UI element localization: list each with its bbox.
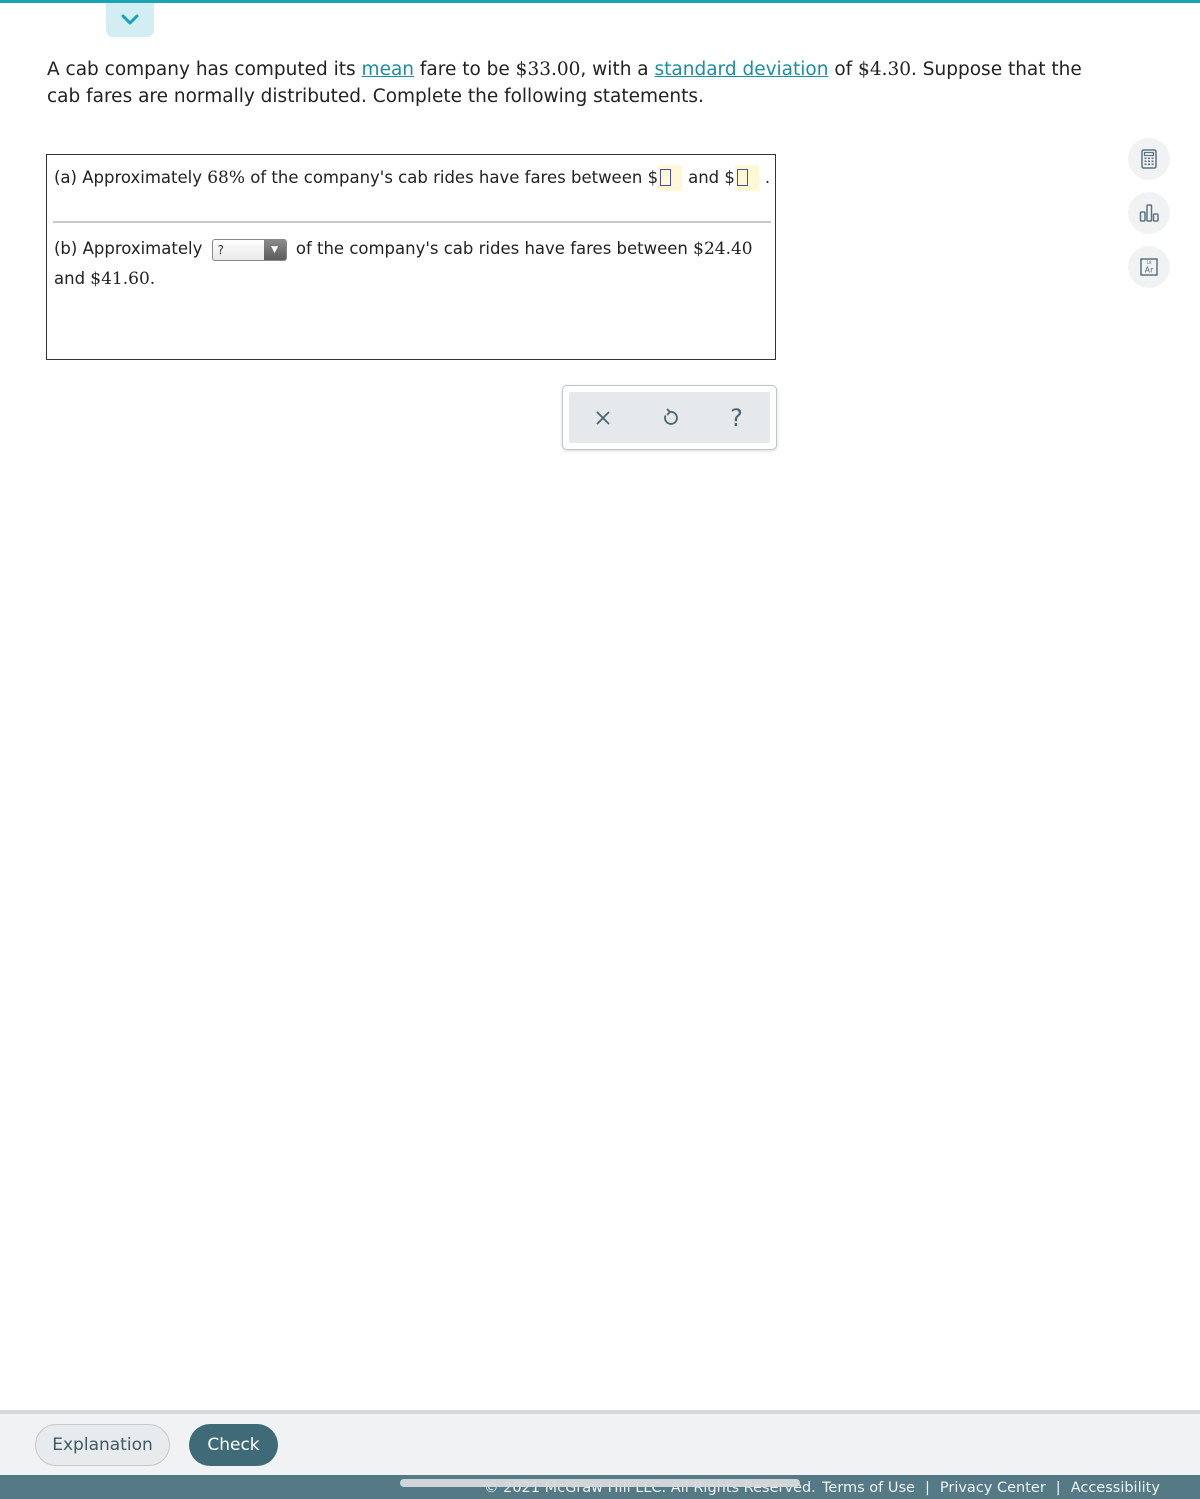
question-a-middle: of the company's cab rides have fares be… xyxy=(245,168,659,187)
help-icon: ? xyxy=(730,403,743,432)
prompt-text: of xyxy=(828,59,859,80)
clear-button[interactable] xyxy=(585,400,621,436)
mean-link[interactable]: mean xyxy=(362,59,414,80)
mean-value: $33.00 xyxy=(515,59,581,80)
footer-links: Terms of Use | Privacy Center | Accessibilit… xyxy=(822,1480,1160,1496)
lower-bound-value: $24.40 xyxy=(693,239,753,259)
chevron-down-icon xyxy=(121,14,139,25)
calculator-button[interactable] xyxy=(1128,138,1170,180)
horizontal-scrollbar[interactable] xyxy=(400,1479,800,1487)
terms-of-use-link[interactable]: Terms of Use xyxy=(822,1480,915,1496)
percent-68: 68% xyxy=(207,168,246,188)
divider xyxy=(53,221,771,223)
svg-text:18: 18 xyxy=(1146,260,1152,265)
question-a: (a) Approximately 68% of the company's c… xyxy=(54,165,770,191)
help-button[interactable]: ? xyxy=(719,400,755,436)
dropdown-value: ? xyxy=(217,242,224,257)
undo-icon xyxy=(663,407,678,425)
question-b-middle: of the company's cab rides have fares be… xyxy=(295,239,694,258)
upper-fare-input[interactable] xyxy=(734,165,759,191)
question-a-prefix: (a) Approximately xyxy=(54,168,208,187)
lower-fare-input[interactable] xyxy=(658,165,683,191)
undo-button[interactable] xyxy=(652,400,688,436)
prompt-text: , with a xyxy=(580,59,655,80)
prompt-text: fare to be xyxy=(414,59,516,80)
privacy-center-link[interactable]: Privacy Center xyxy=(940,1480,1046,1496)
periodic-table-icon: 18 Ar xyxy=(1140,258,1158,276)
collapse-toggle-button[interactable] xyxy=(106,3,154,37)
question-a-period: . xyxy=(764,168,771,187)
question-a-and: and $ xyxy=(688,168,735,187)
top-accent-bar xyxy=(0,0,1200,3)
explanation-button[interactable]: Explanation xyxy=(35,1424,170,1466)
sd-value: $4.30 xyxy=(858,59,912,80)
answer-box: (a) Approximately 68% of the company's c… xyxy=(46,154,776,360)
percent-dropdown[interactable]: ? ▼ xyxy=(211,238,287,261)
close-icon xyxy=(595,410,610,425)
prompt-text: A cab company has computed its xyxy=(47,59,362,80)
action-bar xyxy=(0,1410,1200,1475)
side-tools: 18 Ar xyxy=(1128,138,1170,300)
input-cursor-box xyxy=(660,169,672,186)
standard-deviation-link[interactable]: standard deviation xyxy=(655,59,829,80)
question-b-prefix: (b) Approximately xyxy=(54,239,203,258)
input-cursor-box xyxy=(736,169,748,186)
separator: | xyxy=(1055,1480,1061,1496)
answer-toolbar: ? xyxy=(562,385,777,450)
periodic-table-button[interactable]: 18 Ar xyxy=(1128,246,1170,288)
upper-bound-value: $41.60 xyxy=(90,269,150,289)
separator: | xyxy=(924,1480,930,1496)
question-prompt: A cab company has computed its mean fare… xyxy=(47,56,1087,110)
accessibility-link[interactable]: Accessibility xyxy=(1071,1480,1160,1496)
check-button[interactable]: Check xyxy=(189,1424,278,1466)
bar-chart-icon xyxy=(1139,204,1159,222)
question-b-period: . xyxy=(149,269,156,289)
calculator-icon xyxy=(1141,149,1157,169)
question-b-and: and xyxy=(54,269,91,288)
data-chart-button[interactable] xyxy=(1128,192,1170,234)
svg-text:Ar: Ar xyxy=(1145,266,1154,275)
question-b: (b) Approximately ? ▼ of the company's c… xyxy=(54,234,764,294)
dropdown-arrow-icon: ▼ xyxy=(263,239,286,260)
